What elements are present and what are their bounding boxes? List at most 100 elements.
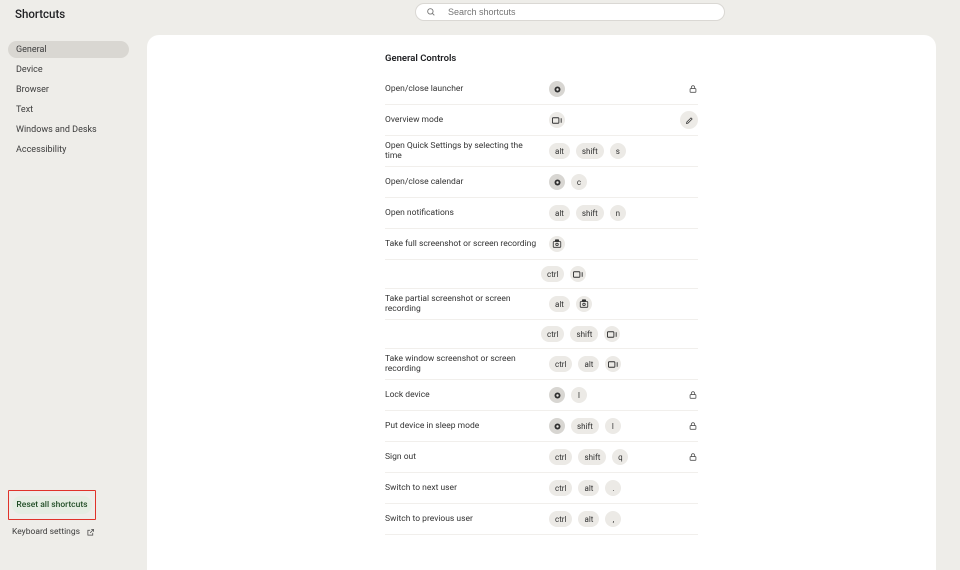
sidebar-item-device[interactable]: Device (8, 61, 129, 78)
shortcut-keys: c (549, 168, 660, 196)
shortcut-label: Take full screenshot or screen recording (385, 239, 541, 249)
lock-icon (668, 84, 698, 94)
shortcut-row: Take partial screenshot or screen record… (385, 289, 698, 320)
key-l: l (605, 418, 621, 434)
key-shift: shift (578, 449, 606, 465)
key-ctrl: ctrl (541, 266, 564, 282)
shortcut-label: Put device in sleep mode (385, 421, 541, 431)
reset-highlight: Reset all shortcuts (8, 490, 96, 520)
shortcut-keys: shiftl (549, 412, 660, 440)
shortcut-label: Take partial screenshot or screen record… (385, 294, 541, 314)
key-s: s (610, 143, 626, 159)
shortcut-row: Take full screenshot or screen recording (385, 229, 698, 260)
key-ctrl: ctrl (549, 480, 572, 496)
screenshot-icon (549, 236, 565, 252)
reset-all-shortcuts-button[interactable]: Reset all shortcuts (12, 496, 92, 514)
shortcut-keys: ctrl (541, 260, 698, 288)
key-alt: alt (578, 356, 599, 372)
shortcut-keys (549, 230, 660, 258)
key-shift: shift (570, 326, 598, 342)
search-icon (426, 7, 436, 17)
shortcut-row: Open/close calendar c (385, 167, 698, 198)
key-ctrl: ctrl (549, 356, 572, 372)
sidebar-item-general[interactable]: General (8, 41, 129, 58)
keyboard-settings-label: Keyboard settings (12, 527, 80, 537)
shortcut-row: Open notifications alt shiftn (385, 198, 698, 229)
key-shift: shift (576, 143, 604, 159)
key-shift: shift (571, 418, 599, 434)
shortcut-row: Lock device l (385, 380, 698, 411)
sidebar: General Device Browser Text Windows and Desk… (0, 28, 137, 540)
screenshot-icon (576, 296, 592, 312)
overview-icon (570, 266, 586, 282)
key-n: n (610, 205, 626, 221)
shortcut-row: Sign out ctrl shiftq (385, 442, 698, 473)
shortcut-keys (549, 106, 660, 134)
shortcut-label: Take window screenshot or screen recordi… (385, 354, 541, 374)
key-c: c (571, 174, 587, 190)
overview-icon (605, 356, 621, 372)
key-ctrl: ctrl (549, 511, 572, 527)
shortcut-keys: ctrlalt (549, 350, 660, 378)
key-alt: alt (549, 143, 570, 159)
shortcut-row: Put device in sleep mode shiftl (385, 411, 698, 442)
lock-icon (668, 390, 698, 400)
key-l: l (571, 387, 587, 403)
key-alt: alt (578, 480, 599, 496)
overview-icon (604, 326, 620, 342)
shortcut-row: ctrl shift (385, 320, 698, 349)
shortcut-keys: ctrlalt, (549, 505, 660, 533)
app-title: Shortcuts (15, 7, 65, 21)
shortcut-row: Overview mode (385, 105, 698, 136)
shortcut-keys: ctrl shift (541, 320, 698, 348)
lock-icon (668, 452, 698, 462)
key-ctrl: ctrl (549, 449, 572, 465)
shortcut-keys: l (549, 381, 660, 409)
edit-shortcut-button[interactable] (680, 111, 698, 129)
shortcut-label: Open/close calendar (385, 177, 541, 187)
shortcut-row: Open/close launcher (385, 74, 698, 105)
shortcut-keys: alt shiftn (549, 199, 660, 227)
shortcut-keys: ctrl shiftq (549, 443, 660, 471)
sidebar-item-accessibility[interactable]: Accessibility (8, 141, 129, 158)
key-q: q (612, 449, 628, 465)
launcher-icon (549, 418, 565, 434)
sidebar-item-browser[interactable]: Browser (8, 81, 129, 98)
shortcut-label: Overview mode (385, 115, 541, 125)
key-ctrl: ctrl (541, 326, 564, 342)
launcher-icon (549, 387, 565, 403)
key-alt: alt (578, 511, 599, 527)
shortcut-label: Switch to previous user (385, 514, 541, 524)
lock-icon (668, 421, 698, 431)
key-,: , (605, 511, 621, 527)
key-alt: alt (549, 205, 570, 221)
shortcut-label: Open/close launcher (385, 84, 541, 94)
content-card: General Controls Open/close launcher Ove… (147, 35, 936, 570)
search-input[interactable] (446, 6, 714, 18)
shortcut-label: Open Quick Settings by selecting the tim… (385, 141, 541, 161)
keyboard-settings-link[interactable]: Keyboard settings (8, 524, 129, 540)
key-alt: alt (549, 296, 570, 312)
launcher-icon (549, 174, 565, 190)
shortcut-row: Switch to previous user ctrlalt, (385, 504, 698, 535)
search-bar[interactable] (415, 3, 725, 21)
sidebar-item-text[interactable]: Text (8, 101, 129, 118)
shortcut-keys (549, 75, 660, 103)
shortcut-row: ctrl (385, 260, 698, 289)
sidebar-item-windows-and-desks[interactable]: Windows and Desks (8, 121, 129, 138)
overview-icon (549, 112, 565, 128)
section-title: General Controls (385, 53, 698, 64)
shortcut-keys: ctrlalt. (549, 474, 660, 502)
shortcut-keys: alt shifts (549, 137, 660, 165)
key-.: . (605, 480, 621, 496)
shortcut-label: Open notifications (385, 208, 541, 218)
shortcut-label: Switch to next user (385, 483, 541, 493)
shortcut-row: Switch to next user ctrlalt. (385, 473, 698, 504)
open-in-new-icon (86, 528, 95, 537)
shortcut-row: Take window screenshot or screen recordi… (385, 349, 698, 380)
shortcut-label: Sign out (385, 452, 541, 462)
key-shift: shift (576, 205, 604, 221)
shortcut-row: Open Quick Settings by selecting the tim… (385, 136, 698, 167)
shortcut-label: Lock device (385, 390, 541, 400)
shortcut-keys: alt (549, 290, 660, 318)
